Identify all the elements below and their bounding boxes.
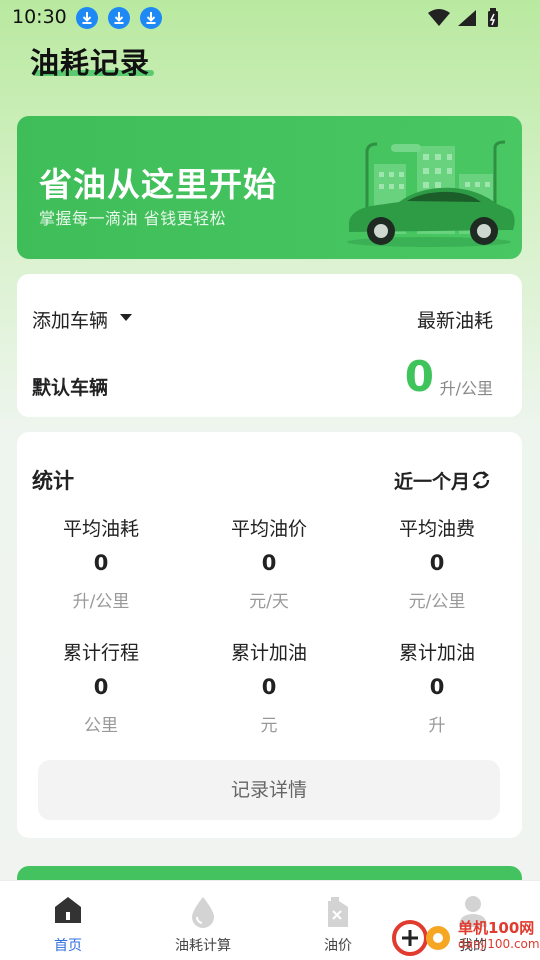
promo-banner[interactable]: 省油从这里开始 掌握每一滴油 省钱更轻松 [17, 116, 522, 259]
vehicle-card: 添加车辆 最新油耗 默认车辆 0 升/公里 [17, 274, 522, 417]
latest-consumption-value: 0 [404, 352, 434, 401]
stat-unit: 升 [428, 716, 446, 736]
stat-label: 平均油价 [230, 518, 307, 540]
stat-label: 累计加油 [398, 642, 475, 664]
home-icon [55, 897, 81, 923]
status-bar: 10:30 [0, 0, 540, 36]
add-vehicle-dropdown[interactable]: 添加车辆 [32, 306, 108, 333]
nav-fuel-calc[interactable]: 油耗计算 [143, 881, 263, 960]
banner-subtitle: 掌握每一滴油 省钱更轻松 [39, 209, 227, 228]
nav-fuel-price[interactable]: 油价 [278, 881, 398, 960]
nav-home[interactable]: 首页 [8, 881, 128, 960]
stat-value: 0 [93, 675, 109, 699]
refresh-icon[interactable] [470, 469, 492, 491]
stat-unit: 公里 [84, 716, 118, 736]
stat-label: 平均油耗 [62, 518, 139, 540]
stat-label: 平均油费 [398, 518, 475, 540]
watermark-logo-icon [392, 920, 450, 956]
stat-unit: 元 [260, 716, 278, 736]
download-icon [108, 7, 130, 29]
stat-value: 0 [261, 675, 277, 699]
stat-value: 0 [93, 551, 109, 575]
latest-consumption-unit: 升/公里 [439, 379, 493, 398]
stat-avg-consumption: 平均油耗 0 升/公里 [21, 514, 181, 612]
stat-total-distance: 累计行程 0 公里 [21, 638, 181, 736]
stat-avg-price: 平均油价 0 元/天 [189, 514, 349, 612]
signal-icon [428, 8, 498, 27]
nav-label: 首页 [54, 938, 82, 954]
watermark-text: 单机100网 [458, 919, 535, 937]
caret-down-icon[interactable] [120, 314, 132, 321]
default-vehicle-name: 默认车辆 [32, 377, 109, 399]
stat-unit: 元/公里 [408, 592, 466, 612]
period-selector[interactable]: 近一个月 [394, 467, 470, 494]
stats-card: 统计 近一个月 平均油耗 0 升/公里 平均油价 0 元/天 平均油费 0 元/… [17, 432, 522, 838]
nav-label: 油价 [324, 938, 352, 954]
download-icon [140, 7, 162, 29]
stat-value: 0 [261, 551, 277, 575]
stat-unit: 元/天 [249, 592, 289, 612]
record-details-button[interactable]: 记录详情 [38, 760, 500, 820]
stats-title: 统计 [32, 469, 74, 493]
fuel-can-icon [328, 897, 348, 927]
stat-value: 0 [429, 551, 445, 575]
watermark-url: danji100.com [458, 937, 540, 951]
car-city-illustration [347, 140, 515, 247]
page-title: 油耗记录 [30, 46, 151, 80]
nav-label: 油耗计算 [175, 938, 231, 954]
stat-unit: 升/公里 [72, 592, 130, 612]
download-icon [76, 7, 98, 29]
stat-total-fuel-cost: 累计加油 0 元 [189, 638, 349, 736]
stat-avg-cost: 平均油费 0 元/公里 [357, 514, 517, 612]
stat-label: 累计行程 [62, 642, 139, 664]
status-time: 10:30 [12, 6, 67, 28]
stat-label: 累计加油 [230, 642, 307, 664]
stat-value: 0 [429, 675, 445, 699]
stat-total-fuel-volume: 累计加油 0 升 [357, 638, 517, 736]
latest-consumption-label: 最新油耗 [416, 310, 493, 332]
droplet-icon [192, 897, 214, 928]
banner-title: 省油从这里开始 [39, 165, 277, 204]
